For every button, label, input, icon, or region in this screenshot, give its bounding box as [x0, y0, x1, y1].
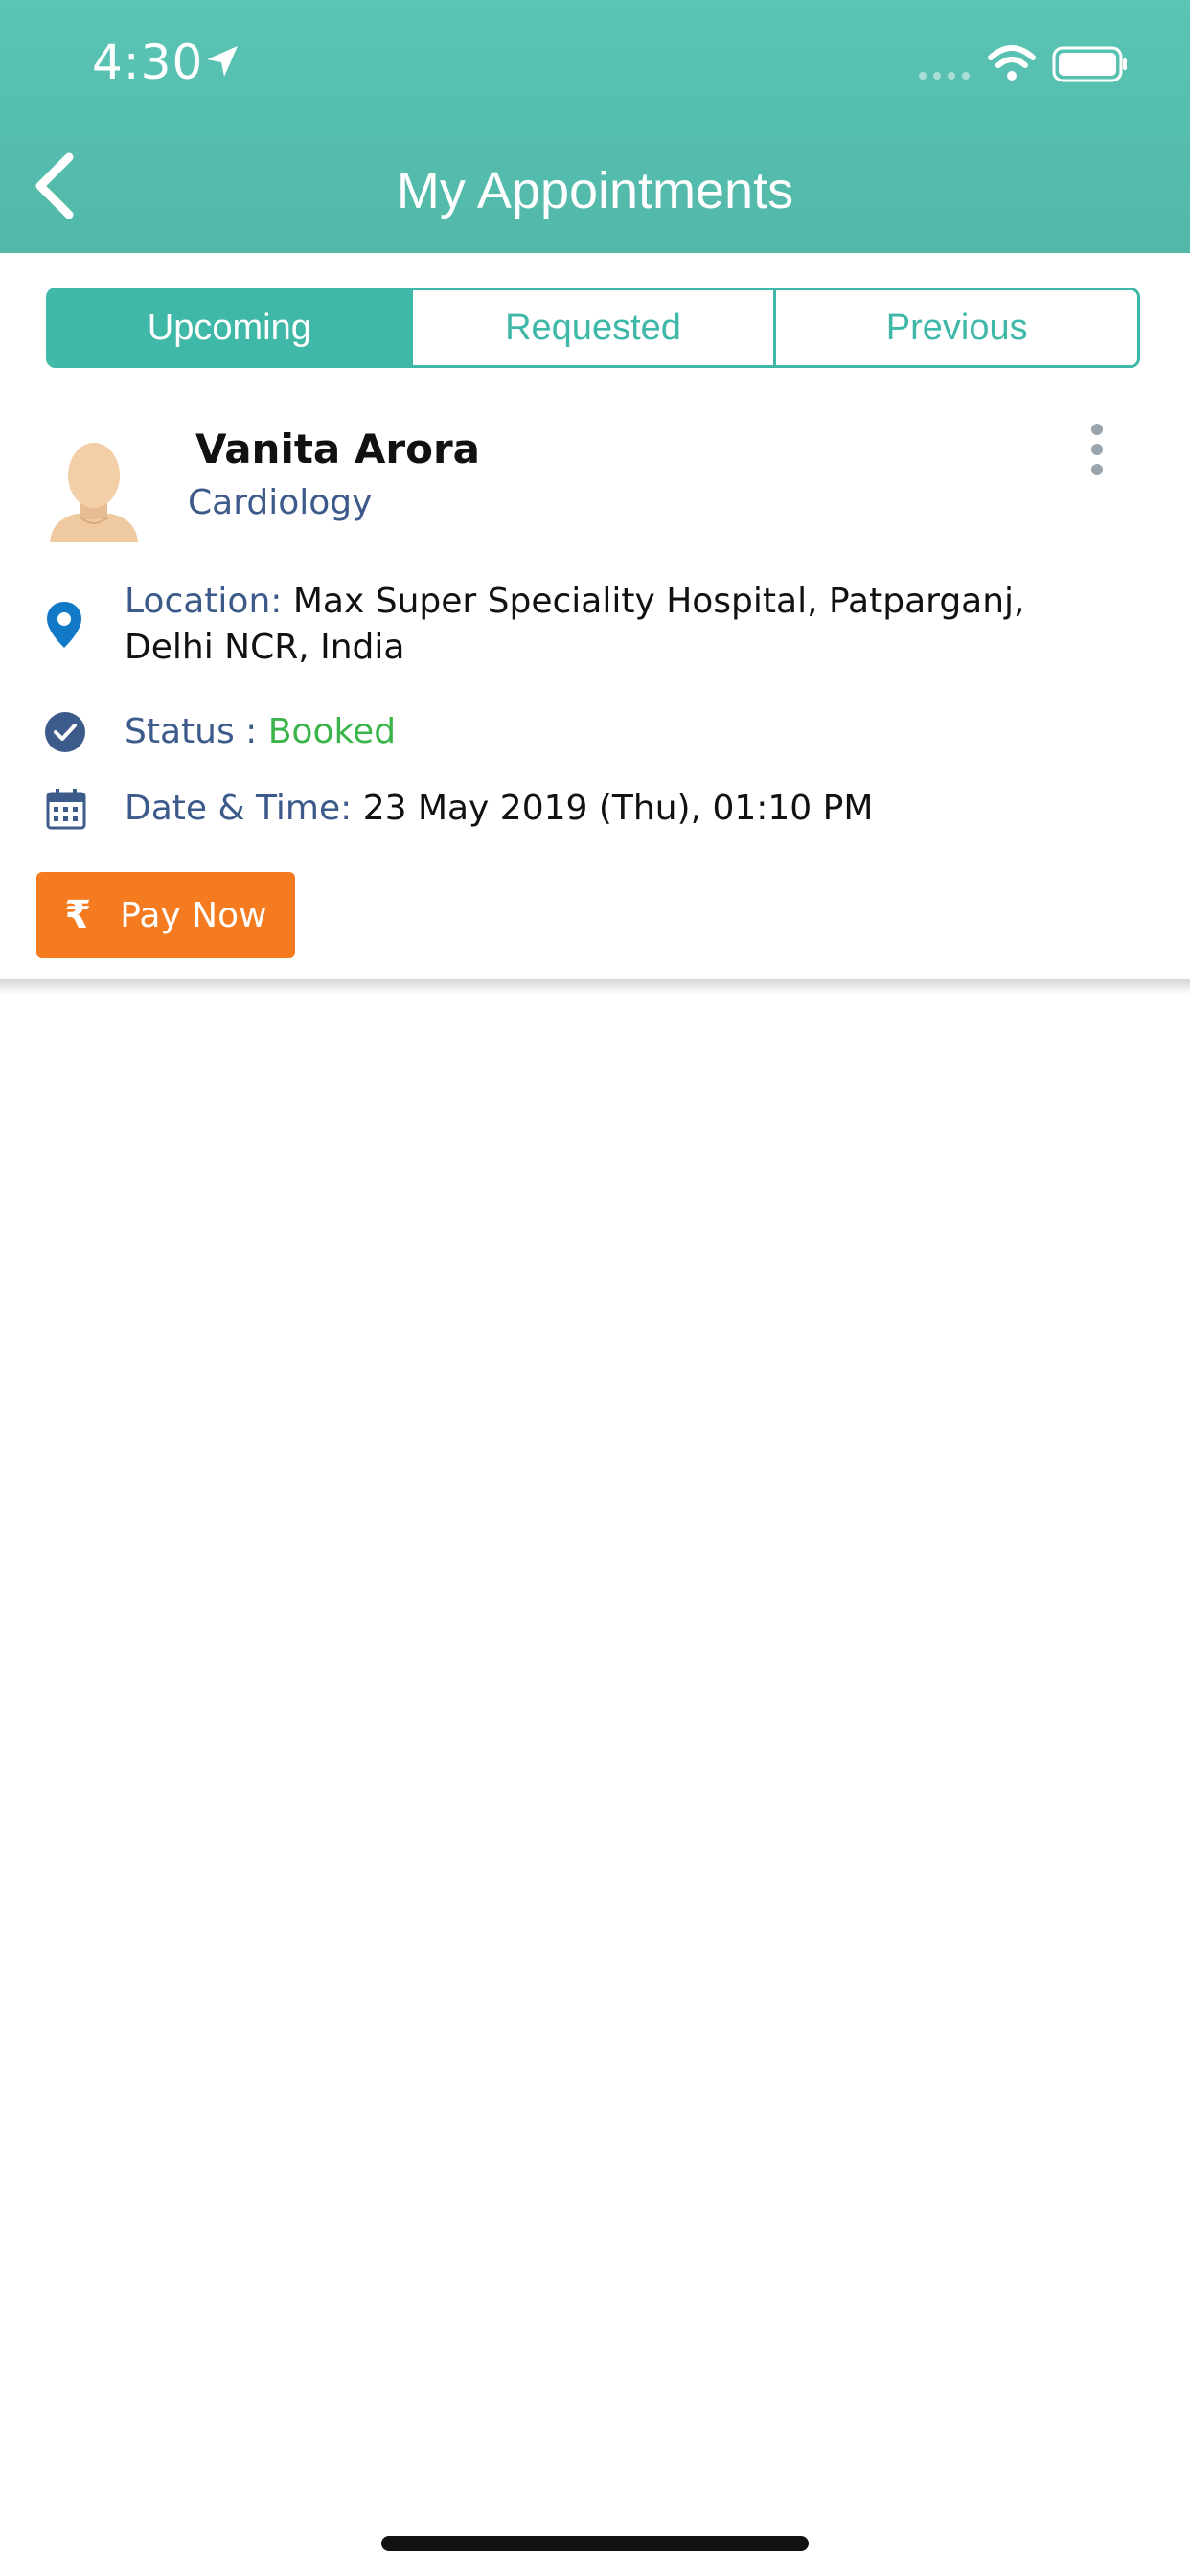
check-circle-icon [45, 712, 85, 752]
more-vertical-icon[interactable] [1083, 422, 1111, 477]
card-shadow [0, 979, 1190, 995]
datetime-value: 23 May 2019 (Thu), 01:10 PM [362, 789, 874, 828]
appointment-tabs: Upcoming Requested Previous [46, 288, 1140, 368]
datetime-row: Date & Time: 23 May 2019 (Thu), 01:10 PM [125, 786, 1083, 832]
battery-icon [1052, 46, 1127, 82]
signal-icon [919, 72, 970, 80]
location-arrow-icon [207, 46, 238, 77]
doctor-specialty: Cardiology [188, 483, 373, 522]
tab-previous[interactable]: Previous [773, 290, 1137, 365]
map-pin-icon [47, 602, 81, 648]
app-header: 4:30 My Appointments [0, 0, 1190, 253]
page-title: My Appointments [396, 162, 794, 219]
home-indicator[interactable] [381, 2536, 809, 2551]
tab-upcoming[interactable]: Upcoming [49, 290, 410, 365]
location-row: Location: Max Super Speciality Hospital,… [125, 579, 1083, 671]
status-time: 4:30 [92, 34, 204, 90]
datetime-label: Date & Time: [125, 789, 363, 828]
location-label: Location: [125, 582, 293, 621]
status-label: Status : [125, 712, 268, 751]
status-row: Status : Booked [125, 709, 1083, 755]
status-badge: Booked [267, 712, 397, 751]
rupee-icon: ₹ [64, 893, 92, 937]
wifi-icon [988, 45, 1036, 80]
avatar [50, 443, 138, 542]
pay-now-label: Pay Now [120, 895, 267, 935]
tab-requested[interactable]: Requested [409, 290, 774, 365]
calendar-icon [46, 789, 86, 830]
pay-now-button[interactable]: ₹ Pay Now [36, 872, 295, 958]
doctor-name: Vanita Arora [195, 426, 481, 472]
